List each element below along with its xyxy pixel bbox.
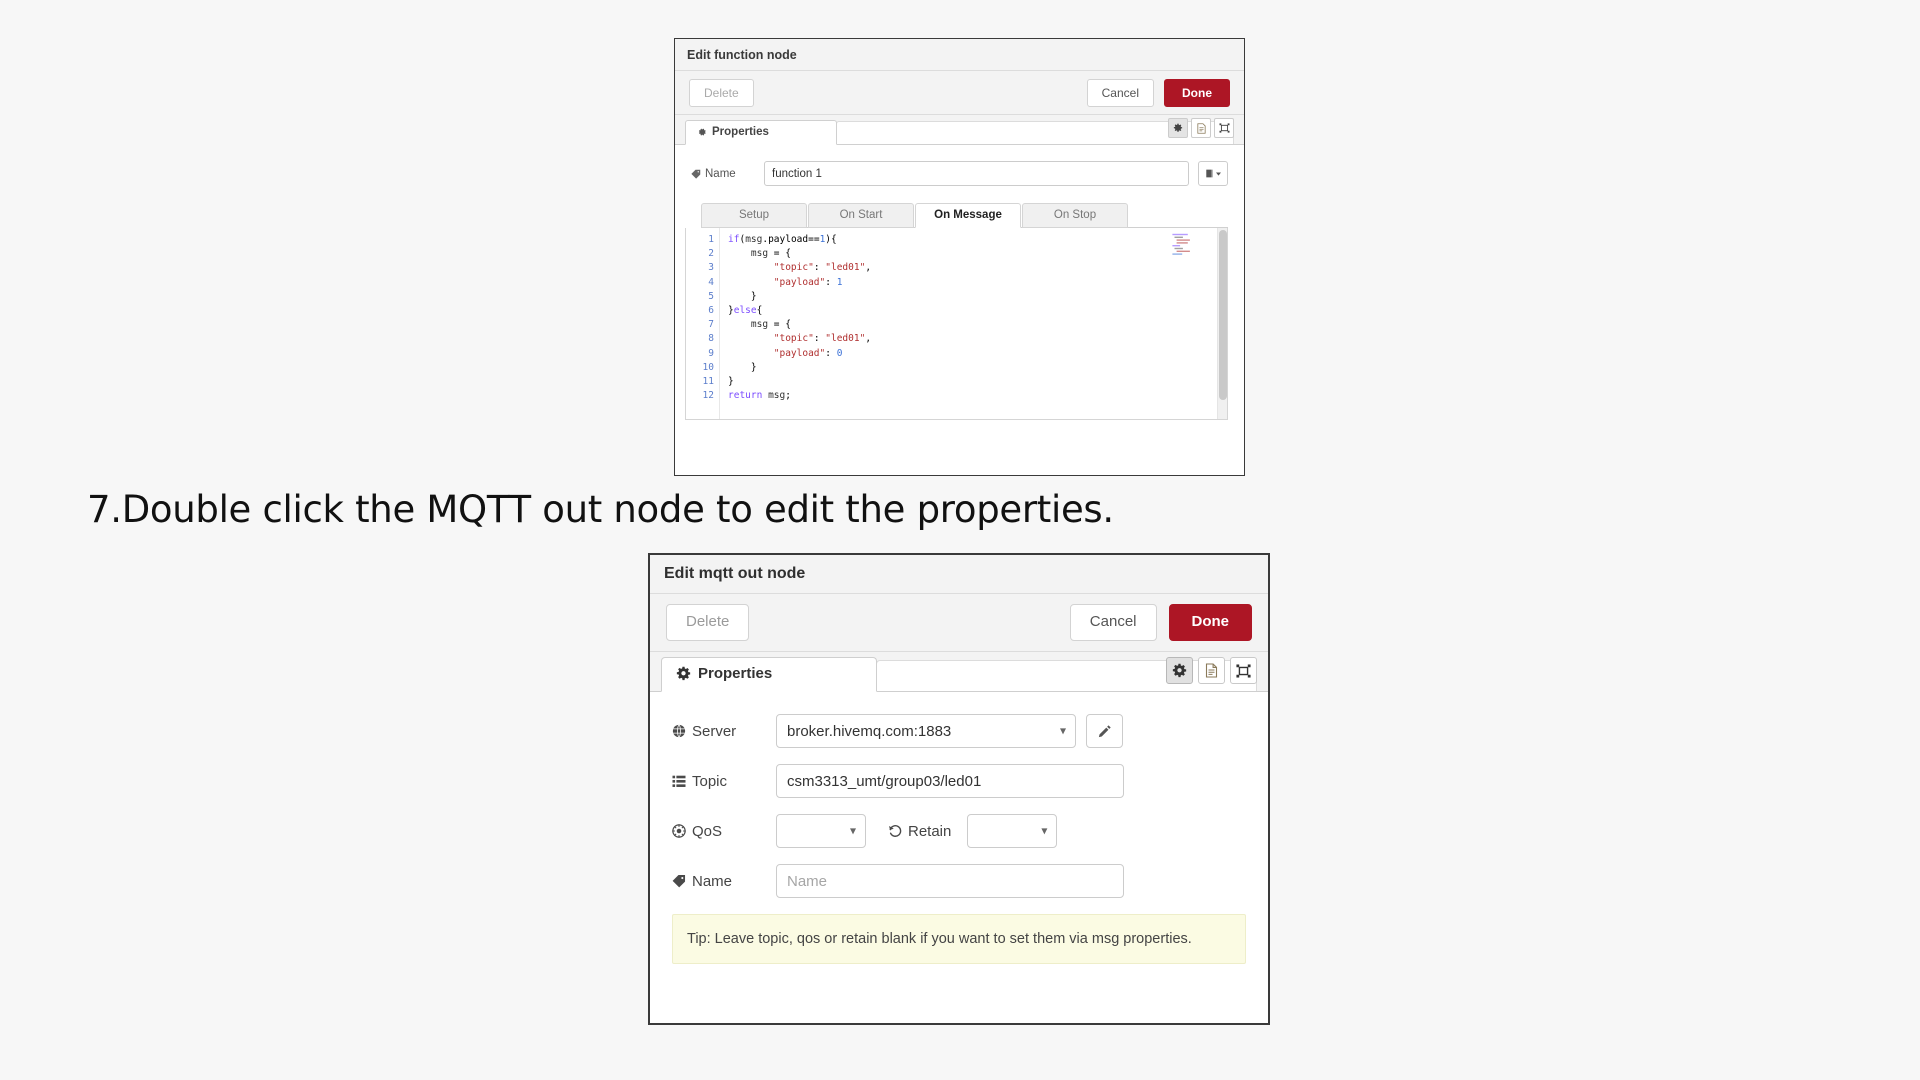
- sub-tab-setup[interactable]: Setup: [701, 203, 807, 228]
- function-description-button[interactable]: [1191, 118, 1211, 138]
- target-icon: [672, 824, 686, 838]
- function-dialog-tab-row: Properties: [675, 115, 1244, 145]
- function-dialog-title: Edit function node: [687, 47, 797, 62]
- function-dialog-body: Name function 1 Setup On Start On Messag…: [675, 145, 1244, 228]
- tab-properties[interactable]: Properties: [685, 120, 837, 145]
- chevron-down-icon: ▾: [1059, 723, 1066, 738]
- function-name-row: Name function 1: [691, 161, 1228, 186]
- mqtt-dialog-icon-buttons: [1166, 657, 1257, 684]
- sub-tab-on-stop[interactable]: On Stop: [1022, 203, 1128, 228]
- sub-tab-on-start-label: On Start: [839, 209, 883, 221]
- retain-label-wrap: Retain: [888, 823, 951, 840]
- tag-icon: [672, 875, 686, 888]
- list-icon: [672, 775, 686, 787]
- mqtt-dialog-title: Edit mqtt out node: [664, 565, 806, 582]
- mqtt-dialog-titlebar: Edit mqtt out node: [650, 555, 1268, 594]
- server-label: Server: [692, 722, 737, 740]
- server-label-wrap: Server: [672, 723, 776, 740]
- globe-icon: [672, 724, 686, 738]
- function-gear-button[interactable]: [1168, 118, 1188, 138]
- book-icon: [1206, 169, 1213, 178]
- qos-select[interactable]: ▾: [776, 814, 866, 848]
- mqtt-dialog-tab-row: Properties: [650, 652, 1268, 692]
- name-label-wrap: Name: [672, 873, 776, 890]
- qos-label: QoS: [692, 822, 723, 840]
- retain-label: Retain: [908, 822, 952, 840]
- pencil-icon: [1098, 724, 1111, 737]
- sub-tab-on-message[interactable]: On Message: [915, 203, 1021, 228]
- topic-label: Topic: [692, 772, 728, 790]
- code-minimap[interactable]: [1171, 232, 1199, 258]
- mqtt-tab-properties-label: Properties: [698, 665, 773, 682]
- edit-function-node-dialog: Edit function node Delete Cancel Done Pr…: [674, 38, 1245, 476]
- mqtt-description-button[interactable]: [1198, 657, 1225, 684]
- server-value: broker.hivemq.com:1883: [787, 722, 952, 740]
- mqtt-delete-button[interactable]: Delete: [666, 604, 750, 641]
- mqtt-dialog-button-bar: Delete Cancel Done: [650, 594, 1268, 652]
- function-dialog-titlebar: Edit function node: [675, 39, 1244, 71]
- gear-icon: [676, 666, 691, 681]
- function-done-button[interactable]: Done: [1164, 78, 1230, 107]
- function-sub-tabs: Setup On Start On Message On Stop: [701, 202, 1228, 228]
- function-appearance-button[interactable]: [1214, 118, 1234, 138]
- sub-tab-on-stop-label: On Stop: [1053, 209, 1097, 221]
- gear-icon: [1172, 663, 1187, 678]
- topic-input[interactable]: csm3313_umt/group03/led01: [776, 764, 1124, 798]
- code-content[interactable]: if(msg.payload==1){ msg = { "topic": "le…: [720, 228, 1217, 419]
- mqtt-appearance-button[interactable]: [1230, 657, 1257, 684]
- instruction-text: 7.Double click the MQTT out node to edit…: [87, 488, 1114, 531]
- chevron-down-icon: ▾: [849, 823, 856, 838]
- function-name-label: Name: [705, 167, 736, 180]
- description-icon: [1205, 663, 1218, 678]
- mqtt-tip-box: Tip: Leave topic, qos or retain blank if…: [672, 914, 1246, 965]
- function-dialog-icon-buttons: [1168, 118, 1234, 138]
- server-select[interactable]: broker.hivemq.com:1883 ▾: [776, 714, 1076, 748]
- mqtt-tab-properties[interactable]: Properties: [661, 657, 877, 692]
- function-name-dropdown-button[interactable]: [1198, 161, 1228, 186]
- gear-icon: [1173, 123, 1183, 132]
- qos-retain-row: QoS ▾ Retain ▾: [672, 814, 1246, 848]
- sub-tab-on-message-label: On Message: [934, 209, 1002, 221]
- code-line-numbers: 1 2 3 4 5 6 7 8 9 10 11 12: [686, 228, 720, 419]
- mqtt-done-button[interactable]: Done: [1168, 604, 1252, 641]
- mqtt-dialog-body: Server broker.hivemq.com:1883 ▾ Topic cs…: [650, 692, 1268, 898]
- function-dialog-button-bar: Delete Cancel Done: [675, 71, 1244, 115]
- sub-tab-setup-label: Setup: [738, 209, 770, 221]
- name-row: Name Name: [672, 864, 1246, 898]
- edit-mqtt-out-node-dialog: Edit mqtt out node Delete Cancel Done Pr…: [648, 553, 1270, 1025]
- chevron-down-icon: [1216, 171, 1221, 176]
- chevron-down-icon: ▾: [1041, 823, 1048, 838]
- topic-label-wrap: Topic: [672, 773, 776, 790]
- server-edit-button[interactable]: [1086, 714, 1123, 748]
- gear-icon: [698, 128, 706, 136]
- mqtt-gear-button[interactable]: [1166, 657, 1193, 684]
- description-icon: [1196, 122, 1206, 134]
- name-label: Name: [692, 872, 733, 890]
- topic-row: Topic csm3313_umt/group03/led01: [672, 764, 1246, 798]
- mqtt-cancel-button[interactable]: Cancel: [1069, 604, 1157, 641]
- appearance-icon: [1219, 123, 1229, 133]
- function-delete-button[interactable]: Delete: [689, 78, 754, 107]
- function-code-editor[interactable]: 1 2 3 4 5 6 7 8 9 10 11 12 if(msg.payload==1){ msg …: [685, 228, 1228, 420]
- function-cancel-button[interactable]: Cancel: [1086, 78, 1154, 107]
- function-name-label-wrap: Name: [691, 168, 755, 180]
- tag-icon: [691, 169, 701, 179]
- history-icon: [889, 825, 902, 837]
- name-input[interactable]: Name: [776, 864, 1124, 898]
- sub-tab-on-start[interactable]: On Start: [808, 203, 914, 228]
- appearance-icon: [1236, 663, 1251, 678]
- server-row: Server broker.hivemq.com:1883 ▾: [672, 714, 1246, 748]
- retain-select[interactable]: ▾: [967, 814, 1058, 848]
- tab-properties-label: Properties: [712, 126, 769, 138]
- code-vertical-scrollbar[interactable]: [1217, 228, 1227, 419]
- qos-label-wrap: QoS: [672, 823, 776, 840]
- function-name-input[interactable]: function 1: [764, 161, 1189, 186]
